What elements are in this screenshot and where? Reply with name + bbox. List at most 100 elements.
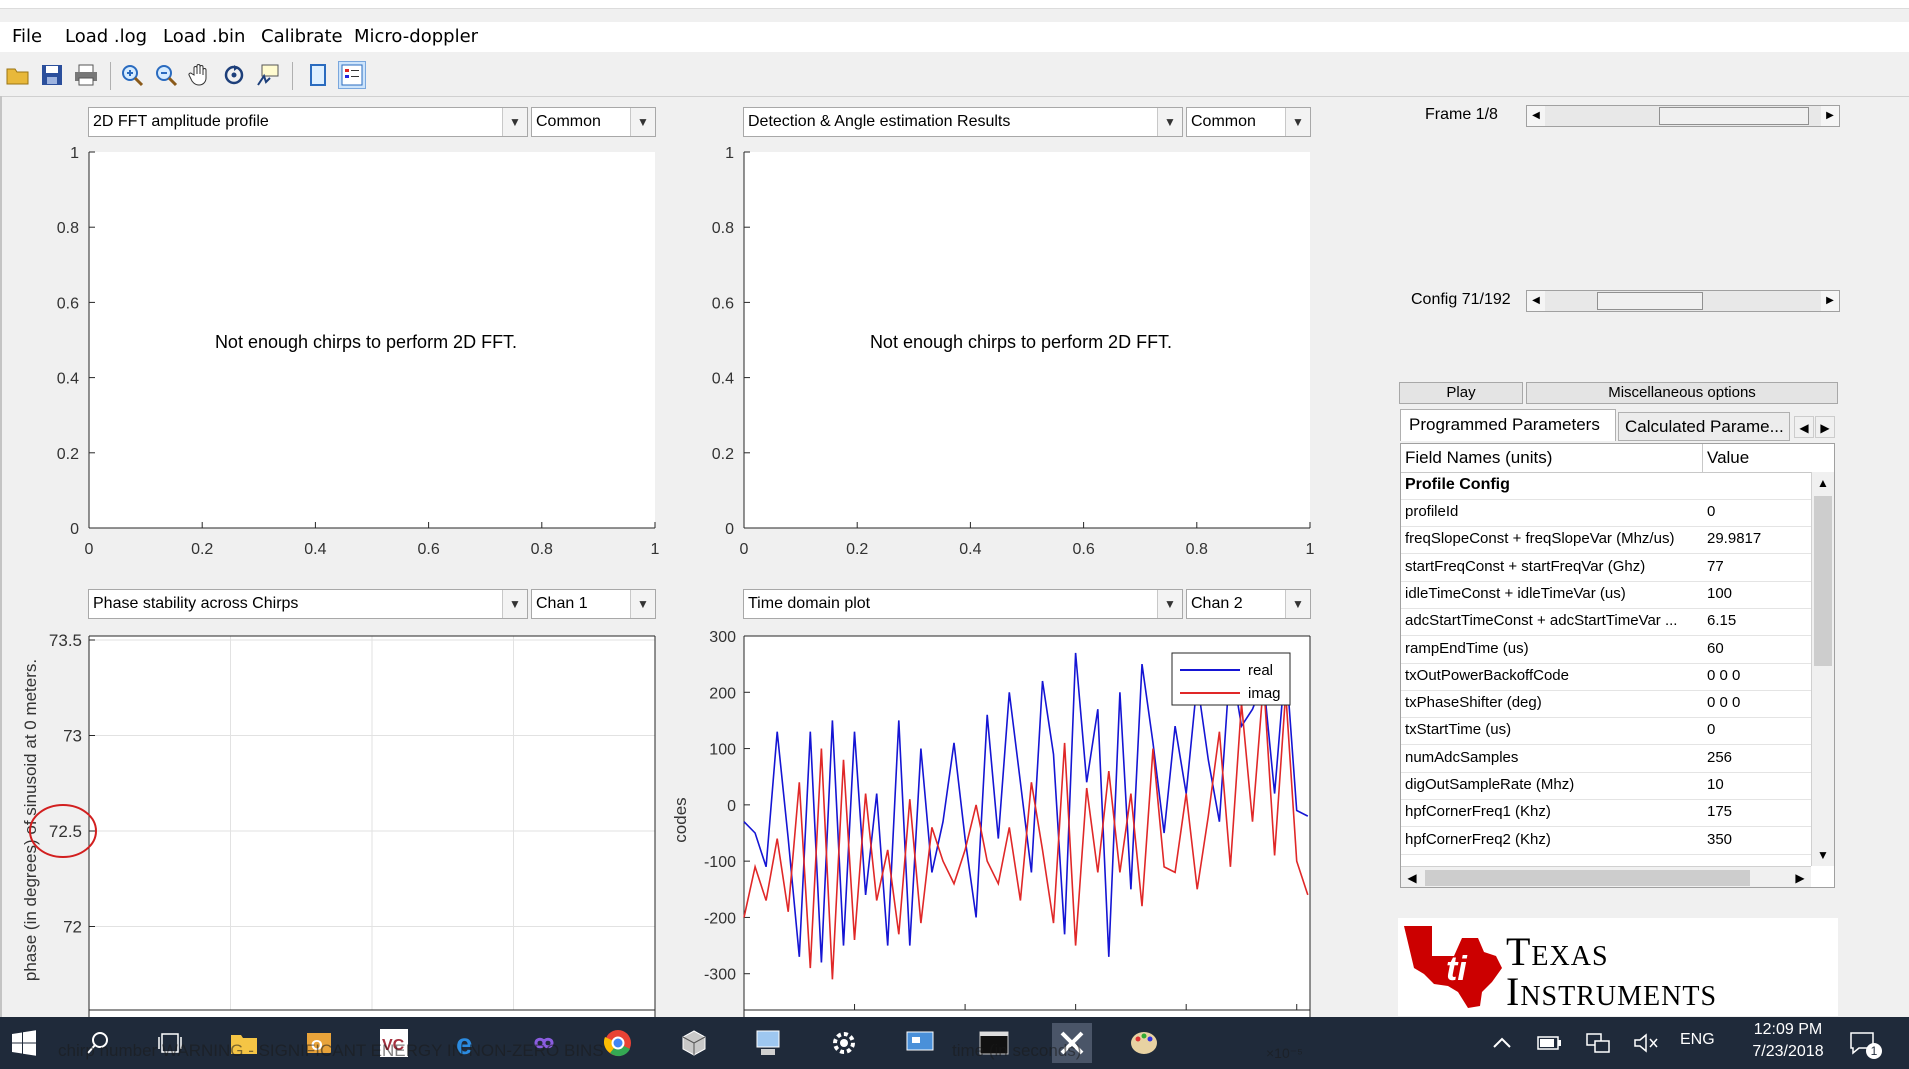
config-slider-thumb[interactable] (1597, 292, 1704, 310)
menu-calibrate[interactable]: Calibrate (261, 26, 343, 47)
volume-muted-icon[interactable] (1630, 1027, 1662, 1059)
table-row[interactable]: txOutPowerBackoffCode 0 0 0 (1401, 663, 1811, 691)
table-row[interactable]: freqSlopeConst + freqSlopeVar (Mhz/us) 29… (1401, 526, 1811, 555)
table-row[interactable]: profileId 0 (1401, 499, 1811, 527)
plot1-xtick-label: 0.6 (417, 541, 439, 558)
slider-left-arrow-icon[interactable]: ◀ (1527, 291, 1545, 311)
field-value-cell[interactable]: 77 (1707, 554, 1811, 580)
remote-desktop-icon[interactable] (904, 1027, 936, 1059)
menu-load-bin[interactable]: Load .bin (163, 26, 245, 47)
network-app-icon[interactable] (752, 1027, 784, 1059)
table-horizontal-scrollbar[interactable]: ◀ ▶ (1401, 866, 1811, 887)
plot1-xtick-label: 0.2 (191, 541, 213, 558)
clock-time[interactable]: 12:09 PM (1738, 1021, 1838, 1039)
windows-start-icon[interactable] (8, 1027, 40, 1059)
slider-left-arrow-icon[interactable]: ◀ (1527, 106, 1545, 126)
plot1-type-label: 2D FFT amplitude profile (93, 113, 269, 130)
clock-date[interactable]: 7/23/2018 (1738, 1043, 1838, 1061)
field-value-cell[interactable]: 0 (1707, 499, 1811, 525)
pan-hand-icon[interactable] (186, 61, 214, 89)
plot3-type-dropdown[interactable]: Phase stability across Chirps ▼ (88, 589, 528, 619)
table-row[interactable]: numAdcSamples 256 (1401, 745, 1811, 773)
legend-icon[interactable] (338, 61, 366, 89)
field-value-cell[interactable]: 100 (1707, 581, 1811, 607)
plot2-type-dropdown[interactable]: Detection & Angle estimation Results ▼ (743, 107, 1183, 137)
scroll-right-icon[interactable]: ▶ (1789, 867, 1811, 887)
table-vertical-scrollbar[interactable]: ▲ ▼ (1811, 472, 1834, 866)
settings-gear-icon[interactable] (828, 1027, 860, 1059)
field-value-cell[interactable]: 175 (1707, 799, 1811, 825)
table-row[interactable]: hpfCornerFreq1 (Khz) 175 (1401, 799, 1811, 828)
table-row[interactable]: startFreqConst + startFreqVar (Ghz) 77 (1401, 554, 1811, 582)
ti-state-icon: ti (1404, 926, 1502, 1008)
field-name-cell: freqSlopeConst + freqSlopeVar (Mhz/us) (1405, 530, 1675, 548)
field-value-cell[interactable]: 0 (1707, 717, 1811, 743)
plot3-channel-dropdown[interactable]: Chan 1 ▼ (531, 589, 656, 619)
frame-slider[interactable]: ◀ ▶ (1526, 105, 1840, 127)
plot1-mode-dropdown[interactable]: Common ▼ (531, 107, 656, 137)
table-row[interactable]: rampEndTime (us) 60 (1401, 636, 1811, 664)
table-row[interactable]: adcStartTimeConst + adcStartTimeVar ... 6… (1401, 608, 1811, 637)
zoom-out-icon[interactable] (152, 61, 180, 89)
table-row[interactable]: txPhaseShifter (deg) 0 0 0 (1401, 690, 1811, 719)
misc-options-button[interactable]: Miscellaneous options (1526, 382, 1838, 404)
rotate-icon[interactable] (220, 61, 248, 89)
field-value-cell[interactable]: 0 0 0 (1707, 663, 1811, 689)
plot4-type-dropdown[interactable]: Time domain plot ▼ (743, 589, 1183, 619)
slider-right-arrow-icon[interactable]: ▶ (1821, 106, 1839, 126)
field-value-cell[interactable]: 29.9817 (1707, 526, 1811, 552)
table-row[interactable]: idleTimeConst + idleTimeVar (us) 100 (1401, 581, 1811, 609)
field-value-cell[interactable]: 10 (1707, 772, 1811, 798)
tab-scroll-right-icon[interactable]: ▶ (1815, 416, 1835, 438)
scroll-down-icon[interactable]: ▼ (1812, 844, 1834, 866)
frame-slider-thumb[interactable] (1658, 107, 1809, 125)
field-value-cell[interactable]: 350 (1707, 827, 1811, 853)
tab-programmed-parameters[interactable]: Programmed Parameters (1400, 409, 1616, 441)
vertical-scroll-thumb[interactable] (1814, 496, 1832, 666)
menu-file[interactable]: File (12, 26, 42, 47)
plot2-xtick-label: 0 (740, 541, 749, 558)
plot1-ytick-label: 0.4 (57, 371, 79, 388)
column-header-field[interactable]: Field Names (units) (1405, 444, 1552, 472)
plot1-type-dropdown[interactable]: 2D FFT amplitude profile ▼ (88, 107, 528, 137)
3d-box-app-icon[interactable] (678, 1027, 710, 1059)
menu-load-log[interactable]: Load .log (65, 26, 147, 47)
tab-scroll-left-icon[interactable]: ◀ (1794, 416, 1814, 438)
menu-bar: File Load .log Load .bin Calibrate Micro… (0, 22, 1909, 52)
chrome-icon[interactable] (602, 1027, 634, 1059)
field-value-cell[interactable]: 6.15 (1707, 608, 1811, 634)
chevron-up-icon[interactable] (1486, 1027, 1518, 1059)
data-cursor-icon[interactable] (254, 61, 282, 89)
save-icon[interactable] (38, 61, 66, 89)
field-value-cell[interactable]: 0 0 0 (1707, 690, 1811, 716)
open-folder-icon[interactable] (4, 61, 32, 89)
config-slider[interactable]: ◀ ▶ (1526, 290, 1840, 312)
tab-calculated-parameters[interactable]: Calculated Parame... (1618, 412, 1790, 441)
slider-right-arrow-icon[interactable]: ▶ (1821, 291, 1839, 311)
zoom-in-icon[interactable] (118, 61, 146, 89)
play-button[interactable]: Play (1399, 382, 1523, 404)
field-value-cell[interactable]: 256 (1707, 745, 1811, 771)
plot2-ytick-label: 1 (725, 145, 734, 162)
table-row[interactable]: txStartTime (us) 0 (1401, 717, 1811, 746)
table-row[interactable]: hpfCornerFreq2 (Khz) 350 (1401, 827, 1811, 855)
print-icon[interactable] (72, 61, 100, 89)
horizontal-scroll-thumb[interactable] (1425, 870, 1750, 886)
table-row[interactable]: digOutSampleRate (Mhz) 10 (1401, 772, 1811, 800)
language-indicator[interactable]: ENG (1680, 1031, 1715, 1049)
parameters-table[interactable]: Field Names (units) Value Profile Config… (1400, 443, 1835, 888)
window-icon[interactable] (304, 61, 332, 89)
paint-palette-icon[interactable] (1128, 1027, 1160, 1059)
menu-micro-doppler[interactable]: Micro-doppler (354, 26, 478, 47)
plot2-xtick-label: 0.6 (1072, 541, 1094, 558)
plot3-channel-label: Chan 1 (536, 595, 588, 612)
network-status-icon[interactable] (1582, 1027, 1614, 1059)
scroll-left-icon[interactable]: ◀ (1401, 867, 1423, 887)
field-value-cell[interactable]: 60 (1707, 636, 1811, 662)
chevron-down-icon: ▼ (1157, 590, 1182, 618)
battery-icon[interactable] (1534, 1027, 1566, 1059)
column-header-value[interactable]: Value (1707, 444, 1749, 472)
plot4-channel-dropdown[interactable]: Chan 2 ▼ (1186, 589, 1311, 619)
scroll-up-icon[interactable]: ▲ (1812, 472, 1834, 494)
plot2-mode-dropdown[interactable]: Common ▼ (1186, 107, 1311, 137)
